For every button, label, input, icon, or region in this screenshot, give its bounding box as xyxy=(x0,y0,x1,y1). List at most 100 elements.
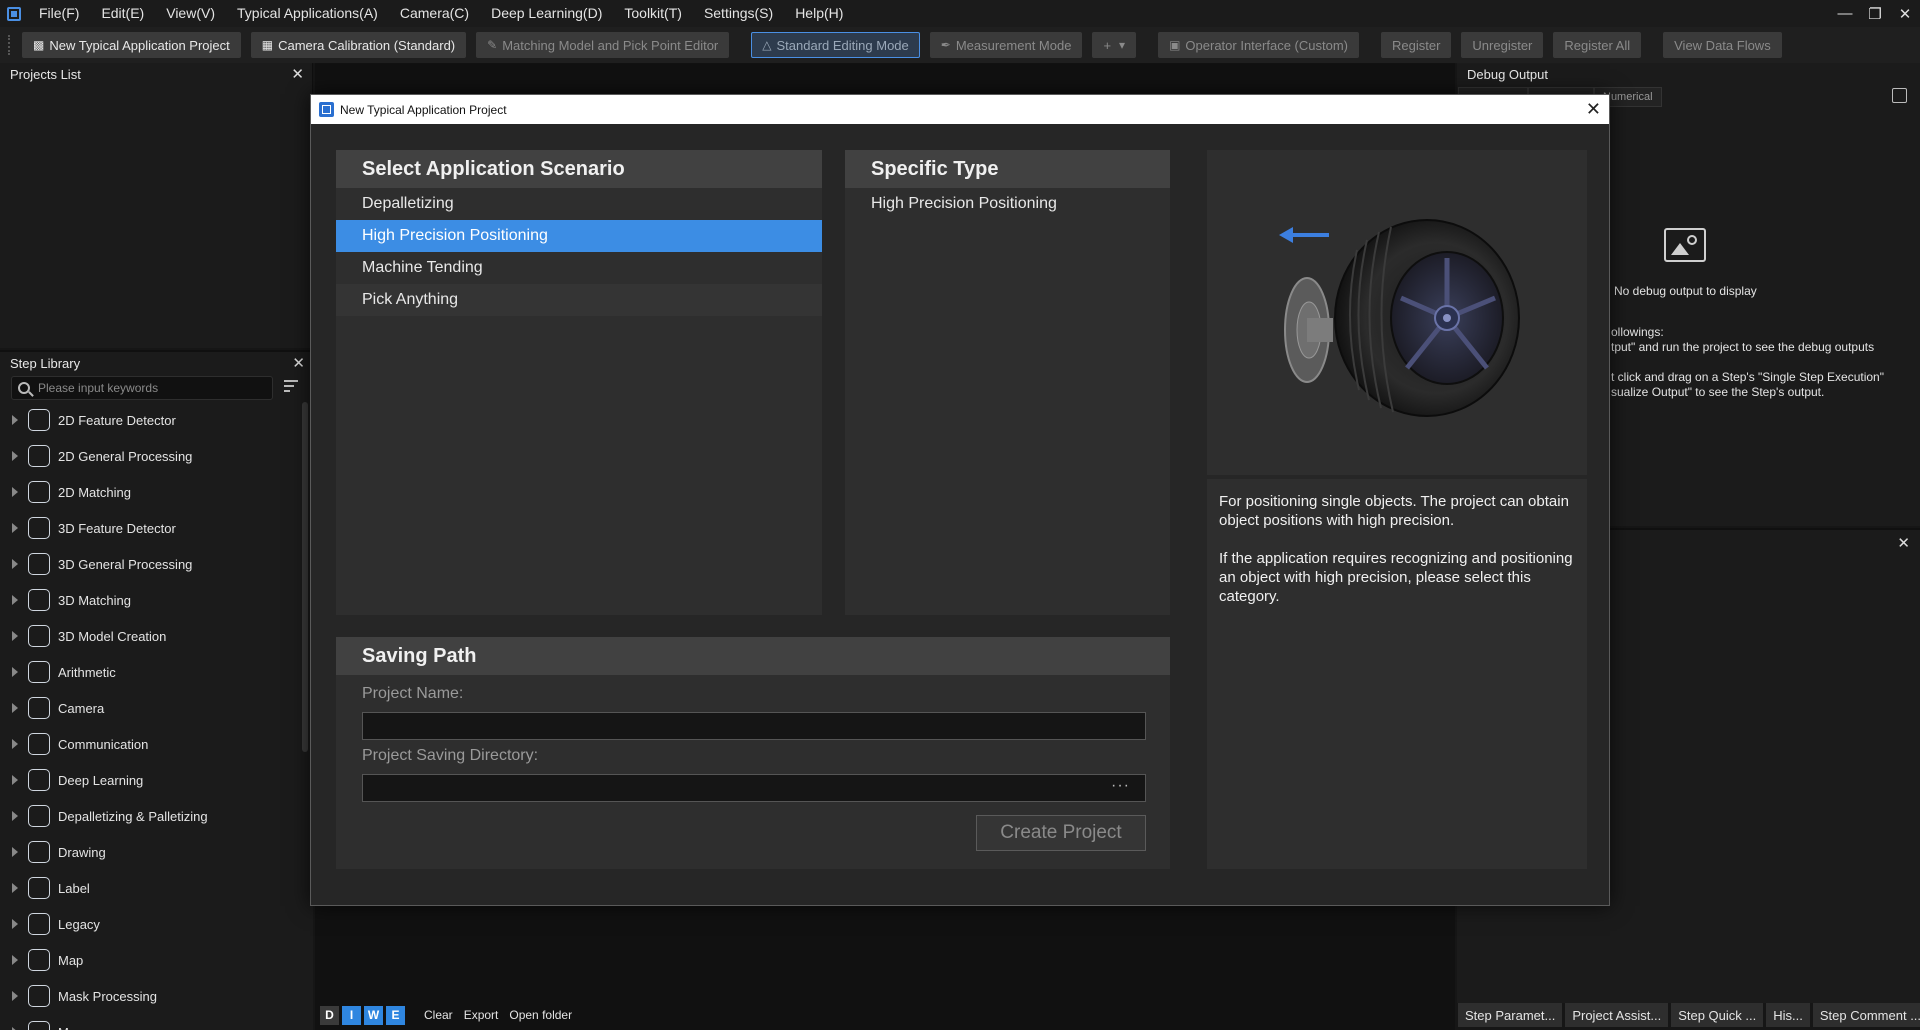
new-project-button[interactable]: ▩ New Typical Application Project xyxy=(22,32,241,58)
log-open-folder-button[interactable]: Open folder xyxy=(505,1008,576,1022)
menu-deep-learning[interactable]: Deep Learning(D) xyxy=(480,0,613,27)
log-level-error[interactable]: E xyxy=(386,1005,405,1025)
register-all-button[interactable]: Register All xyxy=(1553,32,1642,58)
step-category-item[interactable]: Legacy xyxy=(0,906,300,942)
expand-arrow-icon[interactable] xyxy=(12,739,18,749)
expand-arrow-icon[interactable] xyxy=(12,415,18,425)
menu-camera[interactable]: Camera(C) xyxy=(389,0,480,27)
scenario-description: For positioning single objects. The proj… xyxy=(1207,479,1587,869)
expand-icon[interactable] xyxy=(1892,88,1907,103)
close-icon[interactable]: ✕ xyxy=(1897,534,1910,552)
step-category-item[interactable]: Arithmetic xyxy=(0,654,300,690)
unregister-button[interactable]: Unregister xyxy=(1461,32,1544,58)
step-category-item[interactable]: Deep Learning xyxy=(0,762,300,798)
expand-arrow-icon[interactable] xyxy=(12,703,18,713)
expand-arrow-icon[interactable] xyxy=(12,559,18,569)
step-category-label: Legacy xyxy=(58,916,100,932)
expand-arrow-icon[interactable] xyxy=(12,991,18,1001)
step-category-item[interactable]: Camera xyxy=(0,690,300,726)
filter-list-icon[interactable] xyxy=(284,380,298,392)
expand-arrow-icon[interactable] xyxy=(12,847,18,857)
measurement-mode-button[interactable]: ✒ Measurement Mode xyxy=(929,32,1083,58)
menu-settings[interactable]: Settings(S) xyxy=(693,0,784,27)
step-category-item[interactable]: 3D Model Creation xyxy=(0,618,300,654)
menu-view[interactable]: View(V) xyxy=(155,0,226,27)
log-export-button[interactable]: Export xyxy=(460,1008,503,1022)
close-icon[interactable]: ✕ xyxy=(291,65,304,83)
menu-typical-applications[interactable]: Typical Applications(A) xyxy=(226,0,389,27)
step-category-item[interactable]: Drawing xyxy=(0,834,300,870)
step-category-label: Arithmetic xyxy=(58,664,116,680)
step-category-item[interactable]: Communication xyxy=(0,726,300,762)
expand-arrow-icon[interactable] xyxy=(12,631,18,641)
log-level-debug[interactable]: D xyxy=(320,1005,339,1025)
minimize-icon[interactable]: — xyxy=(1830,0,1860,27)
misc-icon xyxy=(28,1021,50,1030)
project-directory-input[interactable] xyxy=(362,774,1146,802)
step-category-item[interactable]: 3D General Processing xyxy=(0,546,300,582)
tab-step-comment[interactable]: Step Comment ... xyxy=(1812,1003,1920,1027)
close-window-icon[interactable]: ✕ xyxy=(1890,0,1920,27)
standard-editing-mode-button[interactable]: △ Standard Editing Mode xyxy=(751,32,920,58)
close-icon[interactable]: ✕ xyxy=(292,354,305,372)
expand-arrow-icon[interactable] xyxy=(12,955,18,965)
tab-step-quick[interactable]: Step Quick ... xyxy=(1671,1003,1764,1027)
3d-feature-detector-icon xyxy=(28,517,50,539)
debug-hint-line: tput" and run the project to see the deb… xyxy=(1611,340,1875,354)
3d-general-processing-icon xyxy=(28,553,50,575)
step-category-item[interactable]: 2D Feature Detector xyxy=(0,402,300,438)
step-list-scrollbar[interactable] xyxy=(302,402,308,752)
expand-arrow-icon[interactable] xyxy=(12,451,18,461)
close-icon[interactable]: ✕ xyxy=(1586,98,1601,120)
scenario-item[interactable]: Pick Anything xyxy=(336,284,822,316)
expand-arrow-icon[interactable] xyxy=(12,595,18,605)
step-category-item[interactable]: Depalletizing & Palletizing xyxy=(0,798,300,834)
step-category-item[interactable]: Mask Processing xyxy=(0,978,300,1014)
expand-arrow-icon[interactable] xyxy=(12,919,18,929)
expand-arrow-icon[interactable] xyxy=(12,487,18,497)
specific-type-item[interactable]: High Precision Positioning xyxy=(845,188,1170,220)
scenario-item[interactable]: High Precision Positioning xyxy=(336,220,822,252)
menu-edit[interactable]: Edit(E) xyxy=(90,0,155,27)
menu-help[interactable]: Help(H) xyxy=(784,0,854,27)
menu-file[interactable]: File(F) xyxy=(28,0,90,27)
specific-type-heading: Specific Type xyxy=(845,150,1170,188)
scenario-item[interactable]: Depalletizing xyxy=(336,188,822,220)
step-category-item[interactable]: M... xyxy=(0,1014,300,1030)
camera-calibration-button[interactable]: ▦ Camera Calibration (Standard) xyxy=(250,32,467,58)
tab-history[interactable]: His... xyxy=(1766,1003,1810,1027)
step-category-item[interactable]: 2D Matching xyxy=(0,474,300,510)
step-category-item[interactable]: 3D Matching xyxy=(0,582,300,618)
create-project-button[interactable]: Create Project xyxy=(976,815,1146,851)
project-name-input[interactable] xyxy=(362,712,1146,740)
toolbar-grip[interactable] xyxy=(8,35,12,55)
browse-directory-button[interactable]: ··· xyxy=(1111,777,1130,795)
matching-editor-button[interactable]: ✎ Matching Model and Pick Point Editor xyxy=(476,32,730,58)
log-level-info[interactable]: I xyxy=(342,1005,361,1025)
add-mode-dropdown[interactable]: + ▾ xyxy=(1092,32,1137,58)
step-category-item[interactable]: 3D Feature Detector xyxy=(0,510,300,546)
step-category-item[interactable]: 2D General Processing xyxy=(0,438,300,474)
log-clear-button[interactable]: Clear xyxy=(420,1008,457,1022)
operator-interface-button[interactable]: ▣ Operator Interface (Custom) xyxy=(1158,32,1359,58)
view-data-flows-button[interactable]: View Data Flows xyxy=(1663,32,1782,58)
tab-project-assistant[interactable]: Project Assist... xyxy=(1565,1003,1669,1027)
register-button[interactable]: Register xyxy=(1380,32,1452,58)
step-category-item[interactable]: Map xyxy=(0,942,300,978)
restore-icon[interactable]: ❐ xyxy=(1860,0,1890,27)
expand-arrow-icon[interactable] xyxy=(12,811,18,821)
expand-arrow-icon[interactable] xyxy=(12,523,18,533)
menu-toolkit[interactable]: Toolkit(T) xyxy=(613,0,693,27)
dialog-titlebar[interactable]: New Typical Application Project ✕ xyxy=(311,95,1609,124)
step-search-input[interactable] xyxy=(38,381,258,395)
app-icon xyxy=(319,102,334,117)
tab-step-parameters[interactable]: Step Paramet... xyxy=(1458,1003,1563,1027)
step-category-label: 3D Model Creation xyxy=(58,628,167,644)
expand-arrow-icon[interactable] xyxy=(12,667,18,677)
log-level-warning[interactable]: W xyxy=(364,1005,383,1025)
expand-arrow-icon[interactable] xyxy=(12,883,18,893)
arithmetic-icon xyxy=(28,661,50,683)
scenario-item[interactable]: Machine Tending xyxy=(336,252,822,284)
expand-arrow-icon[interactable] xyxy=(12,775,18,785)
step-category-item[interactable]: Label xyxy=(0,870,300,906)
